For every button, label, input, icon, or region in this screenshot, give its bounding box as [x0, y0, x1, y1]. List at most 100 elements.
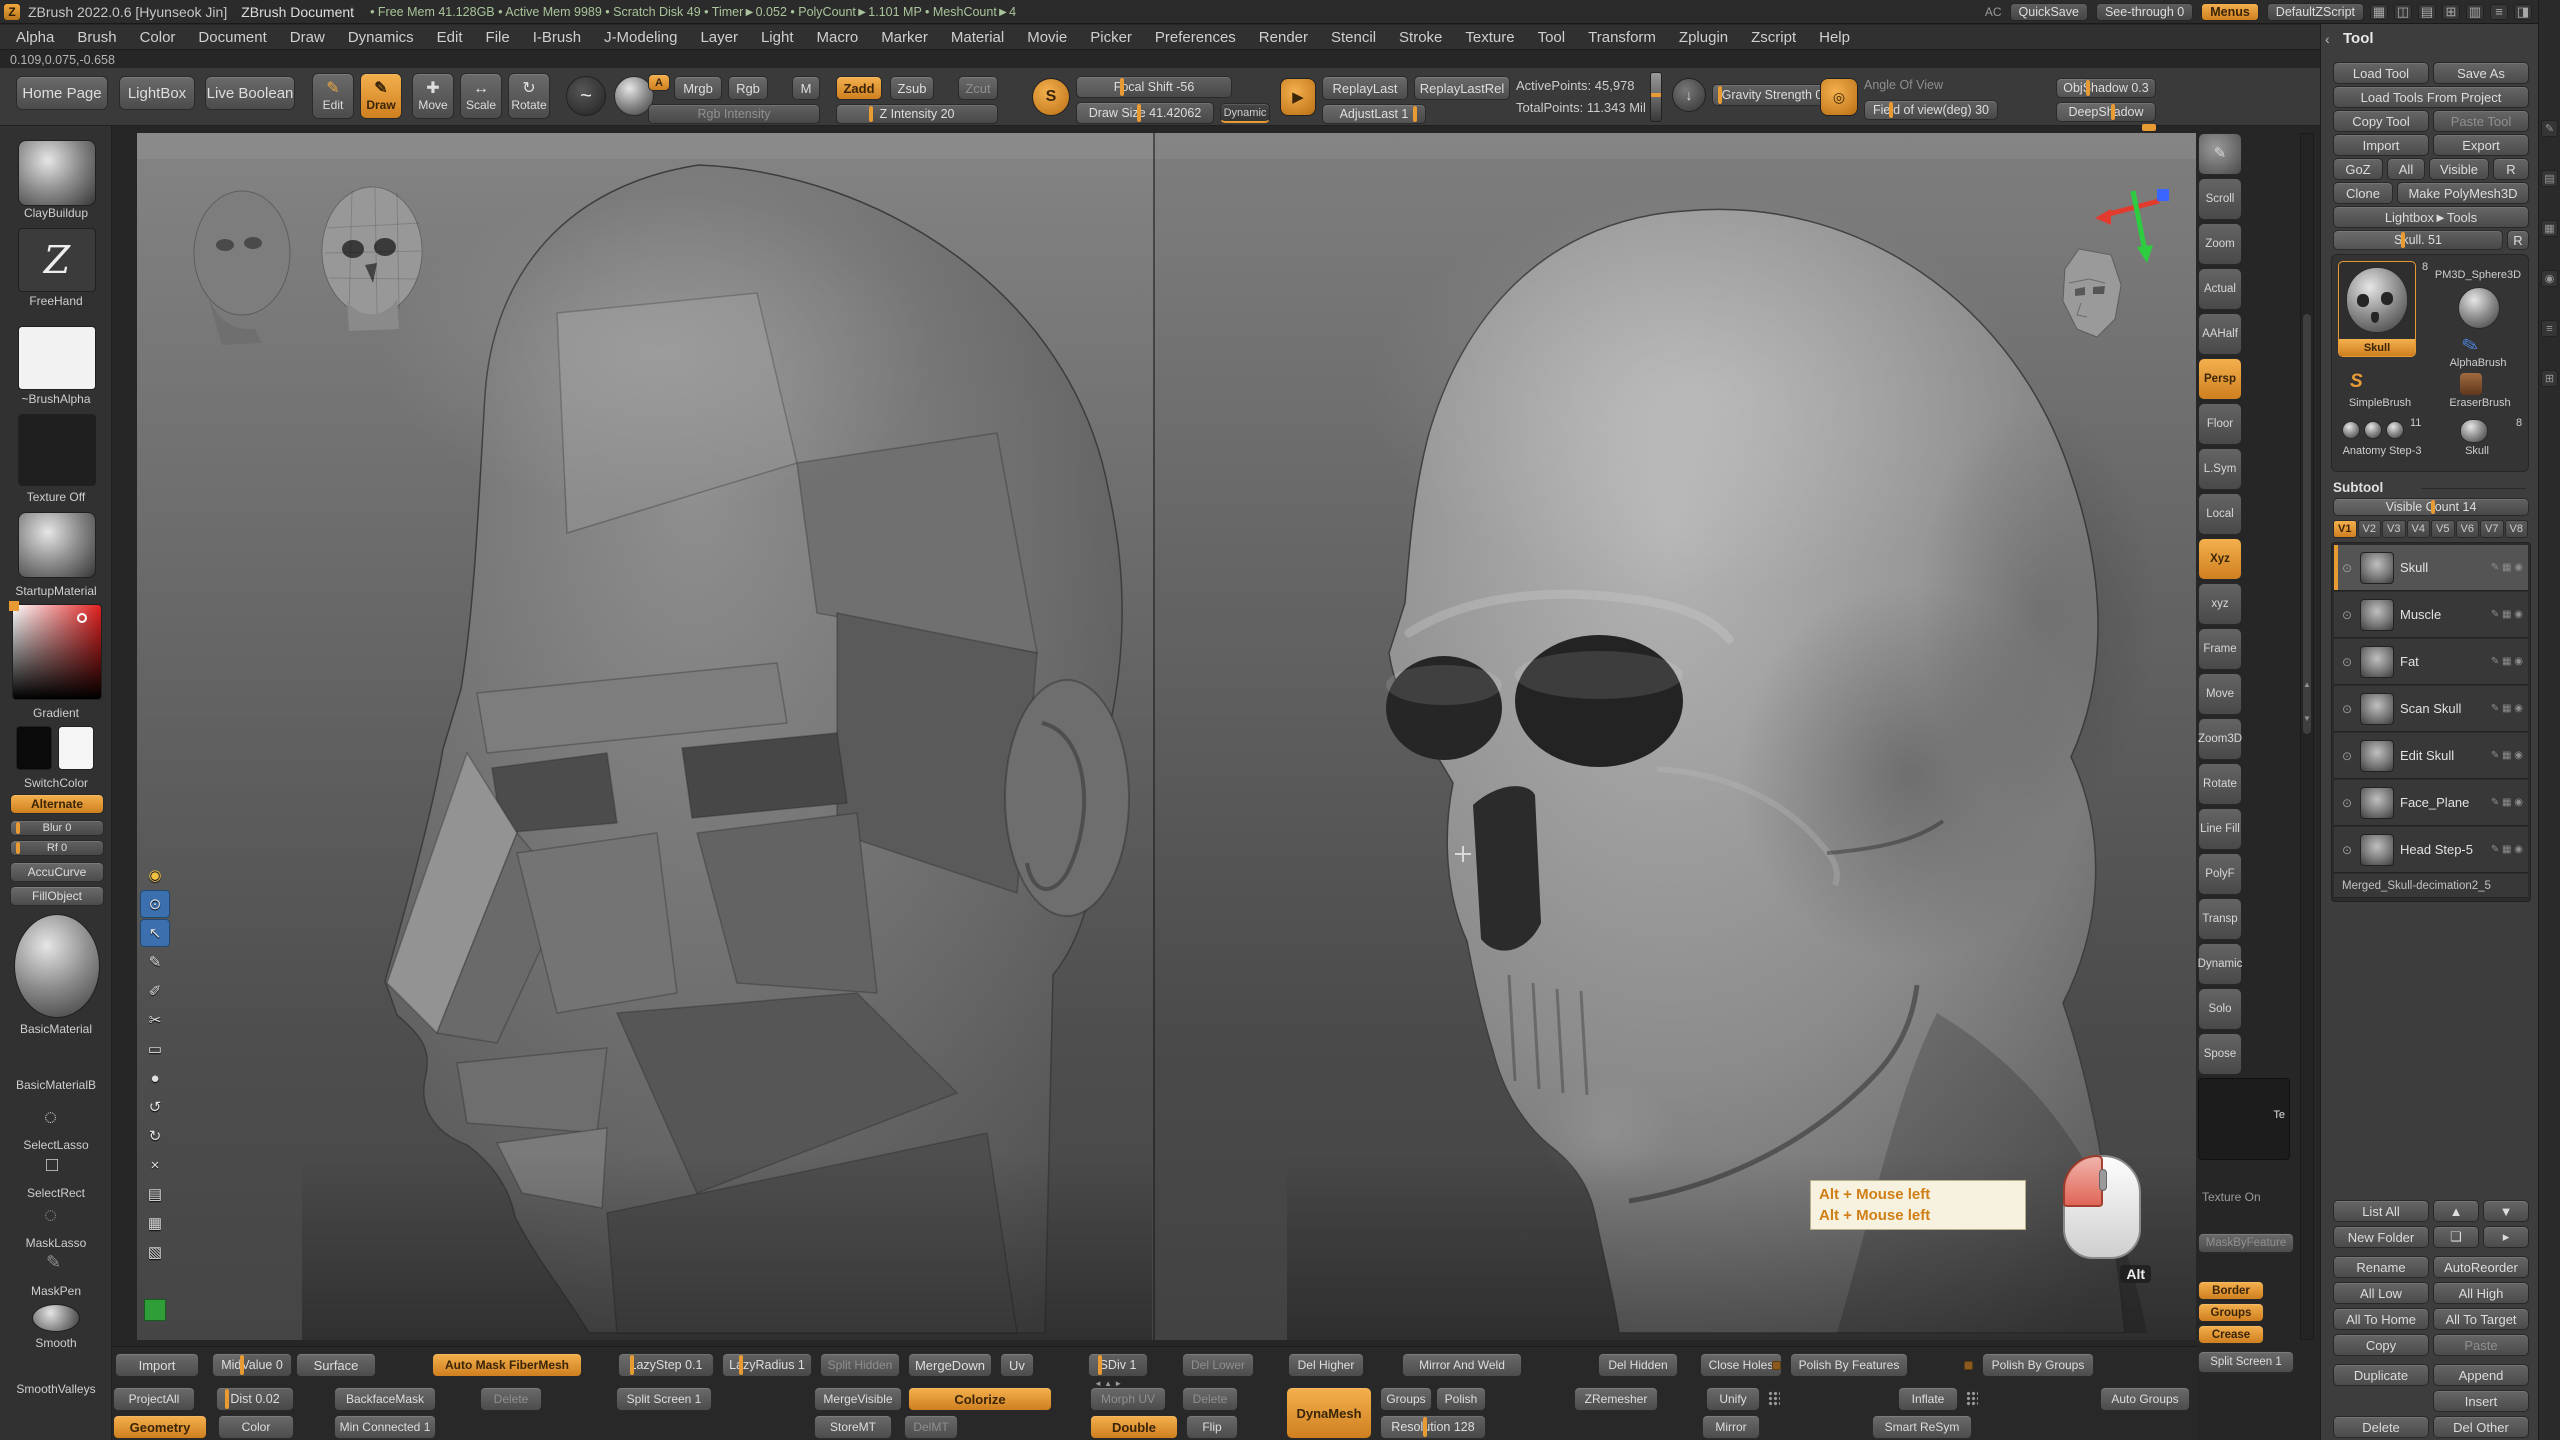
split-screen-button-side[interactable]: Split Screen 1	[2198, 1351, 2294, 1373]
mirror-and-weld-button[interactable]: Mirror And Weld	[1402, 1353, 1522, 1377]
mirror-button[interactable]: Mirror	[1702, 1415, 1760, 1439]
dist-slider[interactable]: Dist 0.02	[216, 1387, 294, 1411]
uv-button[interactable]: Uv	[1000, 1353, 1034, 1377]
menu-item[interactable]: Stencil	[1331, 29, 1376, 46]
menu-item[interactable]: Layer	[700, 29, 738, 46]
projectall-button[interactable]: ProjectAll	[113, 1387, 195, 1411]
subtool-row[interactable]: ⊙ Scan Skull ✎ ▦ ◉	[2334, 686, 2528, 732]
version-tab[interactable]: V8	[2505, 520, 2529, 538]
document-canvas[interactable]: ◉ ⊙ ↖ ✎ ✐ ✂ ▭ ● ↺ ↻ × ▤ ▦ ▧ Alt + Mouse …	[137, 133, 2196, 1340]
anatomy-thumb-2[interactable]	[2364, 421, 2382, 439]
replay-last-rel-button[interactable]: ReplayLastRel	[1414, 76, 1510, 100]
alpha-thumb[interactable]	[18, 326, 96, 390]
subtool-thumb[interactable]	[2360, 740, 2394, 772]
current-tool-r-button[interactable]: R	[2507, 230, 2529, 250]
lightbox-tools-button[interactable]: Lightbox►Tools	[2333, 206, 2529, 228]
shelf-button[interactable]: xyz	[2198, 583, 2242, 625]
menu-item[interactable]: Alpha	[16, 29, 54, 46]
menu-item[interactable]: Transform	[1588, 29, 1656, 46]
clipboard-icon[interactable]: ▧	[140, 1238, 170, 1266]
version-tab[interactable]: V3	[2382, 520, 2406, 538]
morph-uv-button[interactable]: Morph UV	[1090, 1387, 1166, 1411]
delete-layer-icon[interactable]: ×	[140, 1151, 170, 1179]
shelf-button[interactable]: PolyF	[2198, 853, 2242, 895]
menus-button[interactable]: Menus	[2201, 3, 2259, 21]
delete-subtool-button[interactable]: Delete	[2333, 1416, 2429, 1438]
alphabrush-icon[interactable]: ✎	[2459, 331, 2482, 359]
shelf-button[interactable]: AAHalf	[2198, 313, 2242, 355]
undo-icon[interactable]: ↺	[140, 1093, 170, 1121]
dynamic-toggle[interactable]: Dynamic	[1220, 103, 1270, 123]
rows-view-icon[interactable]: ▥	[2466, 4, 2484, 20]
subtool-eye-icon[interactable]: ⊙	[2338, 702, 2356, 716]
subtool-row-icons[interactable]: ✎ ▦ ◉	[2491, 844, 2523, 855]
dot-brush-icon[interactable]: ●	[140, 1064, 170, 1092]
shelf-button[interactable]: Floor	[2198, 403, 2242, 445]
current-brush-thumb[interactable]	[18, 140, 96, 206]
skull2-thumb[interactable]	[2460, 419, 2488, 443]
subtool-row[interactable]: ⊙ Face_Plane ✎ ▦ ◉	[2334, 780, 2528, 826]
subtool-eye-icon[interactable]: ⊙	[2338, 796, 2356, 810]
menu-item[interactable]: Tool	[1538, 29, 1566, 46]
autoreorder-button[interactable]: AutoReorder	[2433, 1256, 2529, 1278]
folder-arrow-button[interactable]: ▸	[2483, 1226, 2529, 1248]
import-tool-button[interactable]: Import	[2333, 134, 2429, 156]
subtool-thumb[interactable]	[2360, 693, 2394, 725]
double-button[interactable]: Double	[1090, 1415, 1178, 1439]
main-color-swatch[interactable]	[16, 726, 52, 770]
geometry-button[interactable]: Geometry	[113, 1415, 207, 1439]
min-connected-button[interactable]: Min Connected 1	[334, 1415, 436, 1439]
rgb-intensity-slider[interactable]: Rgb Intensity	[648, 104, 820, 124]
subtool-row-icons[interactable]: ✎ ▦ ◉	[2491, 609, 2523, 620]
polish-by-groups-button[interactable]: Polish By Groups	[1982, 1353, 2094, 1377]
subtool-thumb[interactable]	[2360, 646, 2394, 678]
save-as-button[interactable]: Save As	[2433, 62, 2529, 84]
storemt-button[interactable]: StoreMT	[814, 1415, 892, 1439]
dock-grid-icon[interactable]: ▦	[2541, 220, 2558, 237]
subtool-thumb[interactable]	[2360, 552, 2394, 584]
pencil-icon[interactable]: ✐	[140, 977, 170, 1005]
collapse-tray-icon[interactable]: ‹	[2325, 31, 2330, 47]
fillobject-button[interactable]: FillObject	[10, 886, 104, 906]
dock-menu-icon[interactable]: ≡	[2541, 320, 2558, 337]
visible-count-slider[interactable]: Visible Count 14	[2333, 498, 2529, 516]
unify-button[interactable]: Unify	[1706, 1387, 1760, 1411]
anatomy-thumb-1[interactable]	[2342, 421, 2360, 439]
dynamesh-groups-button[interactable]: Groups	[1380, 1387, 1432, 1411]
subtool-row[interactable]: ⊙ Muscle ✎ ▦ ◉	[2334, 592, 2528, 638]
menu-item[interactable]: Render	[1259, 29, 1308, 46]
list-view-icon[interactable]: ▤	[2418, 4, 2436, 20]
split-hidden-button[interactable]: Split Hidden	[820, 1353, 900, 1377]
del-hidden-button[interactable]: Del Hidden	[1598, 1353, 1678, 1377]
blur-slider[interactable]: Blur 0	[10, 820, 104, 836]
fov-slider[interactable]: Field of view(deg) 30	[1864, 100, 1998, 120]
delmt-button[interactable]: DelMT	[904, 1415, 958, 1439]
flip-button[interactable]: Flip	[1186, 1415, 1238, 1439]
menu-item[interactable]: Picker	[1090, 29, 1132, 46]
stroke-thumb[interactable]: Z	[18, 228, 96, 292]
shelf-button[interactable]: Actual	[2198, 268, 2242, 310]
subtool-row[interactable]: ⊙ Fat ✎ ▦ ◉	[2334, 639, 2528, 685]
draw-button[interactable]: ✎Draw	[360, 73, 402, 119]
anatomy-thumb-3[interactable]	[2386, 421, 2404, 439]
menu-item[interactable]: Macro	[817, 29, 859, 46]
menu-item[interactable]: I-Brush	[533, 29, 581, 46]
pointer-icon[interactable]: ↖	[140, 919, 170, 947]
material-thumb[interactable]	[18, 512, 96, 578]
delete2-button[interactable]: Delete	[1182, 1387, 1238, 1411]
new-folder-button[interactable]: New Folder	[2333, 1226, 2429, 1248]
zcut-button[interactable]: Zcut	[958, 76, 998, 100]
groups-button[interactable]: Groups	[2198, 1303, 2264, 1322]
clone-button[interactable]: Clone	[2333, 182, 2393, 204]
image-icon[interactable]: ▦	[140, 1209, 170, 1237]
goz-visible-button[interactable]: Visible	[2429, 158, 2489, 180]
alpha-badge[interactable]: A	[648, 74, 670, 91]
menu-item[interactable]: Draw	[290, 29, 325, 46]
all-to-target-button[interactable]: All To Target	[2433, 1308, 2529, 1330]
color-button[interactable]: Color	[218, 1415, 294, 1439]
lazystep-slider[interactable]: LazyStep 0.1	[618, 1353, 714, 1377]
subtool-row-icons[interactable]: ✎ ▦ ◉	[2491, 797, 2523, 808]
subtool-eye-icon[interactable]: ⊙	[2338, 608, 2356, 622]
menu-item[interactable]: Dynamics	[348, 29, 414, 46]
all-high-button[interactable]: All High	[2433, 1282, 2529, 1304]
